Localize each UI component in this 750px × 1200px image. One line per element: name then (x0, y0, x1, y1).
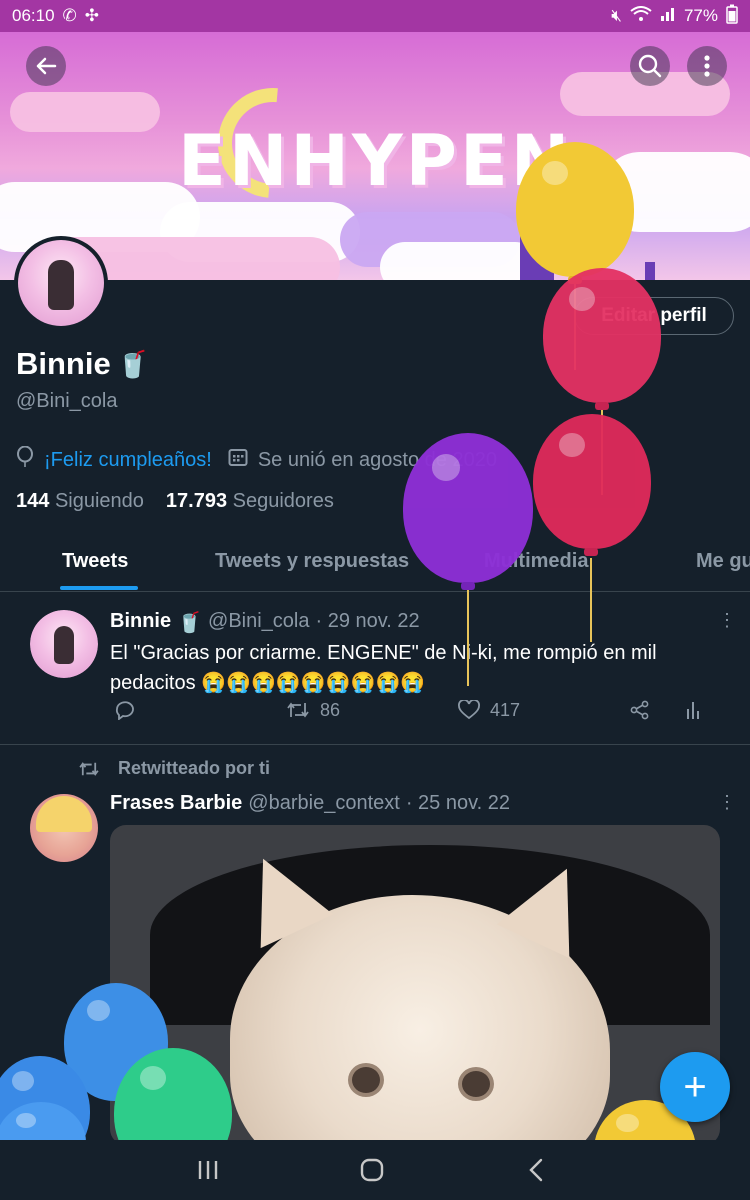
retweet-icon (79, 761, 99, 776)
compose-plus-icon: + (683, 1064, 707, 1109)
retweet-note: Retwitteado por ti (78, 758, 270, 779)
battery-level: 77% (683, 6, 718, 25)
search-button[interactable] (630, 46, 670, 86)
calendar-icon (228, 447, 248, 473)
retweet-icon (287, 702, 309, 718)
share-button[interactable] (630, 700, 650, 720)
tweet-author-name[interactable]: Frases Barbie (110, 792, 242, 815)
tab-tweets[interactable]: Tweets (62, 550, 128, 573)
chevron-left-icon (529, 1158, 543, 1182)
back-button[interactable] (26, 46, 66, 86)
like-button[interactable]: 417 (458, 700, 520, 721)
tab-tweets-replies[interactable]: Tweets y respuestas (215, 550, 409, 573)
following-link[interactable]: 144 Siguiendo (16, 490, 144, 513)
followers-count: 17.793 (165, 490, 228, 512)
tab-likes[interactable]: Me gusta (696, 550, 750, 573)
more-vertical-icon (704, 55, 710, 77)
cat-photo (226, 841, 610, 1145)
tweet-author-handle: @Bini_cola (208, 610, 310, 632)
signal-icon (660, 6, 676, 27)
profile-name-row: Binnie 🥤 (16, 346, 149, 382)
status-time: 06:10 (12, 6, 55, 25)
battery-icon (726, 4, 738, 29)
android-nav-bar (0, 1140, 750, 1200)
profile-avatar[interactable] (14, 236, 108, 330)
tweet-author-handle: @barbie_context (248, 792, 400, 814)
mute-icon: 🔇︎ (611, 6, 622, 25)
home-button[interactable] (352, 1154, 392, 1186)
tweet-divider (0, 744, 750, 745)
back-arrow-icon (36, 57, 57, 75)
share-icon (630, 700, 649, 720)
tweet-author-name[interactable]: Binnie (110, 610, 171, 635)
search-icon (638, 54, 662, 78)
banner-title: ENHYPEN (178, 120, 573, 202)
recent-apps-button[interactable] (188, 1154, 228, 1186)
tweet-more-icon[interactable]: ⋮ (718, 610, 736, 631)
analytics-button[interactable] (686, 700, 702, 720)
tweet-header: Frases Barbie @barbie_context · 25 nov. … (110, 792, 510, 815)
tweet-more-icon[interactable]: ⋮ (718, 792, 736, 813)
like-count: 417 (490, 699, 521, 720)
cup-emoji-icon: 🥤 (177, 612, 203, 634)
balloon-icon (16, 445, 34, 474)
profile-name: Binnie (16, 346, 111, 381)
reply-icon (115, 701, 134, 720)
balloon-purple-icon (403, 433, 533, 583)
retweet-count: 86 (320, 699, 341, 720)
followers-link[interactable]: 17.793 Seguidores (166, 490, 334, 513)
retweet-note-text: Retwitteado por ti (118, 758, 270, 778)
back-nav-button[interactable] (516, 1154, 556, 1186)
tweet-text: El "Gracias por criarme. ENGENE" de Ni-k… (110, 642, 657, 694)
tweet-header: Binnie 🥤 @Bini_cola · 29 nov. 22 (110, 610, 420, 635)
analytics-icon (687, 702, 699, 719)
balloon-yellow-icon (516, 142, 634, 277)
followers-label: Seguidores (232, 490, 334, 512)
birthday-text[interactable]: ¡Feliz cumpleaños! (44, 449, 212, 472)
tweet-date[interactable]: · 25 nov. 22 (406, 792, 510, 815)
follow-stats: 144 Siguiendo 17.793 Seguidores (16, 490, 334, 513)
reply-button[interactable] (114, 700, 136, 720)
heart-icon (458, 700, 480, 720)
cup-emoji-icon: 🥤 (116, 348, 150, 379)
recent-apps-icon (198, 1161, 218, 1179)
following-count: 144 (16, 490, 50, 512)
tweet-author-avatar[interactable] (30, 794, 98, 862)
tweet-date[interactable]: · 29 nov. 22 (316, 610, 420, 635)
tweet[interactable]: Binnie 🥤 @Bini_cola · 29 nov. 22 ⋮ El "G… (0, 592, 750, 744)
profile-handle: @Bini_cola (16, 390, 118, 412)
following-label: Siguiendo (54, 490, 144, 512)
balloon-red-icon (533, 414, 651, 549)
home-icon (360, 1158, 384, 1182)
compose-tweet-button[interactable]: + (660, 1052, 730, 1122)
retweet-button[interactable]: 86 (286, 700, 340, 721)
wifi-icon (630, 5, 652, 27)
fan-icon: ✣ (84, 6, 100, 25)
status-bar: 06:10 ✆ ✣ 🔇︎ 77% (0, 0, 750, 32)
tweet-author-avatar[interactable] (30, 610, 98, 678)
active-tab-indicator (60, 586, 138, 590)
balloon-red-icon (543, 268, 661, 403)
phone-icon: ✆ (62, 6, 77, 25)
more-options-button[interactable] (687, 46, 727, 86)
profile-tabs: Tweets Tweets y respuestas Multimedia Me… (0, 536, 750, 592)
